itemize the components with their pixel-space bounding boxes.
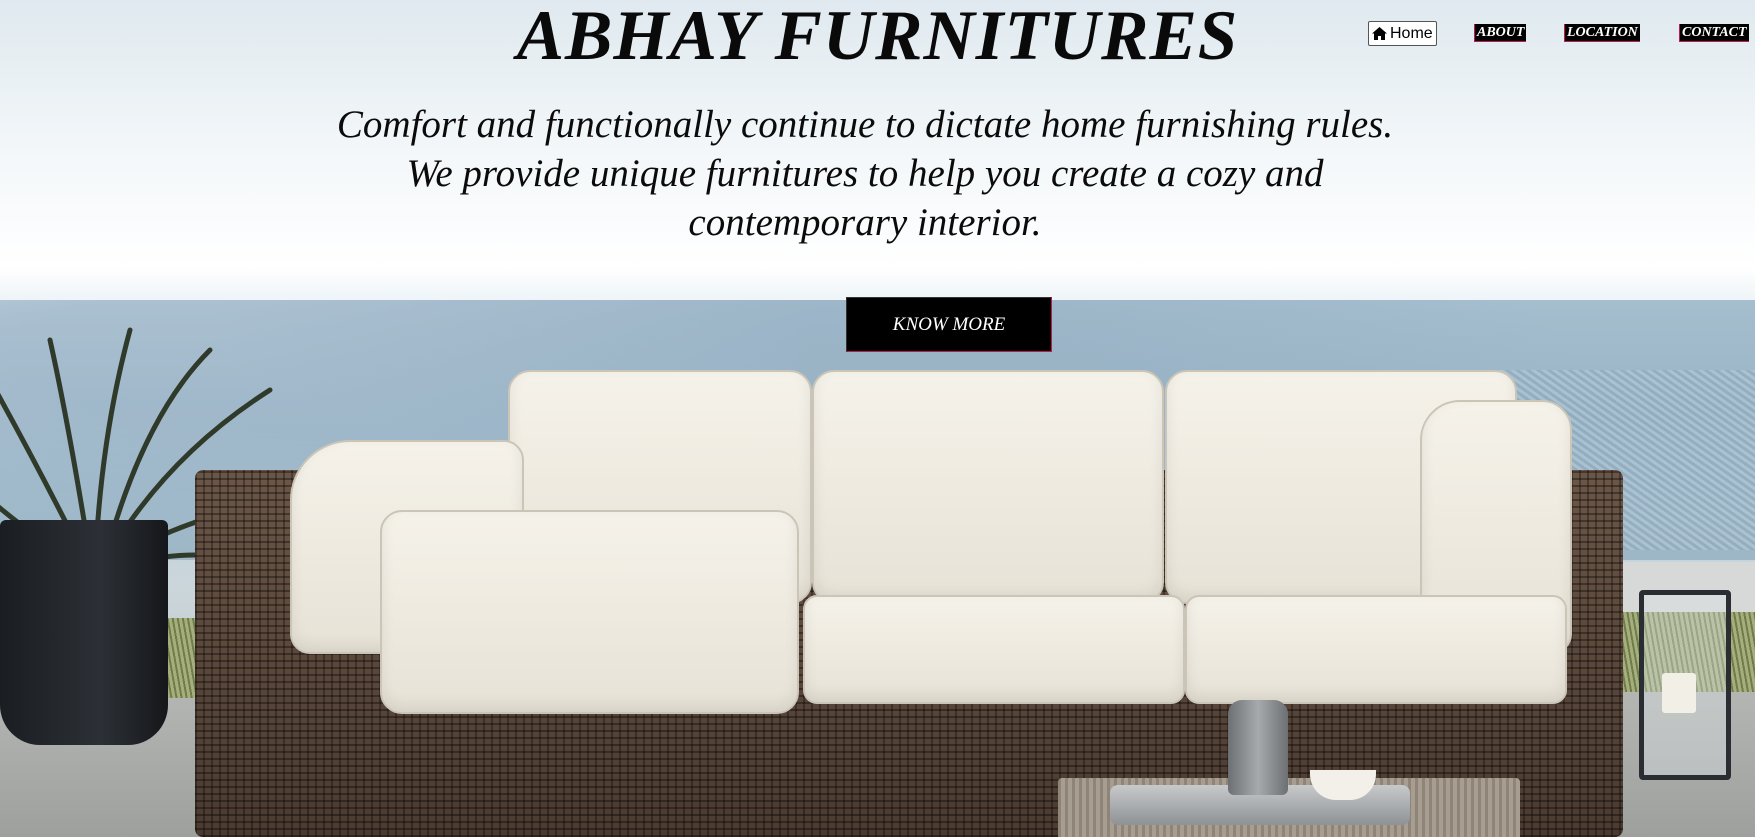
side-cushion: [380, 510, 799, 714]
teapot: [1228, 700, 1288, 795]
top-nav: Home ABOUT LOCATION CONTACT: [1368, 20, 1755, 46]
nav-home-label: Home: [1390, 25, 1433, 42]
hero-tagline: Comfort and functionally continue to dic…: [300, 100, 1430, 247]
seat-cushion: [803, 595, 1185, 704]
nav-about-link[interactable]: ABOUT: [1474, 24, 1527, 42]
tagline-line-1: Comfort and functionally continue to dic…: [336, 103, 1394, 146]
nav-home-link[interactable]: Home: [1368, 21, 1437, 46]
home-icon: [1372, 27, 1387, 40]
nav-location-link[interactable]: LOCATION: [1564, 24, 1640, 42]
back-cushion: [812, 370, 1164, 604]
plant-pot: [0, 520, 168, 745]
know-more-button[interactable]: KNOW MORE: [846, 297, 1052, 352]
tagline-line-2: We provide unique furnitures to help you…: [406, 152, 1324, 244]
lantern: [1639, 590, 1731, 780]
seat-cushion: [1185, 595, 1567, 704]
nav-contact-link[interactable]: CONTACT: [1679, 24, 1749, 42]
